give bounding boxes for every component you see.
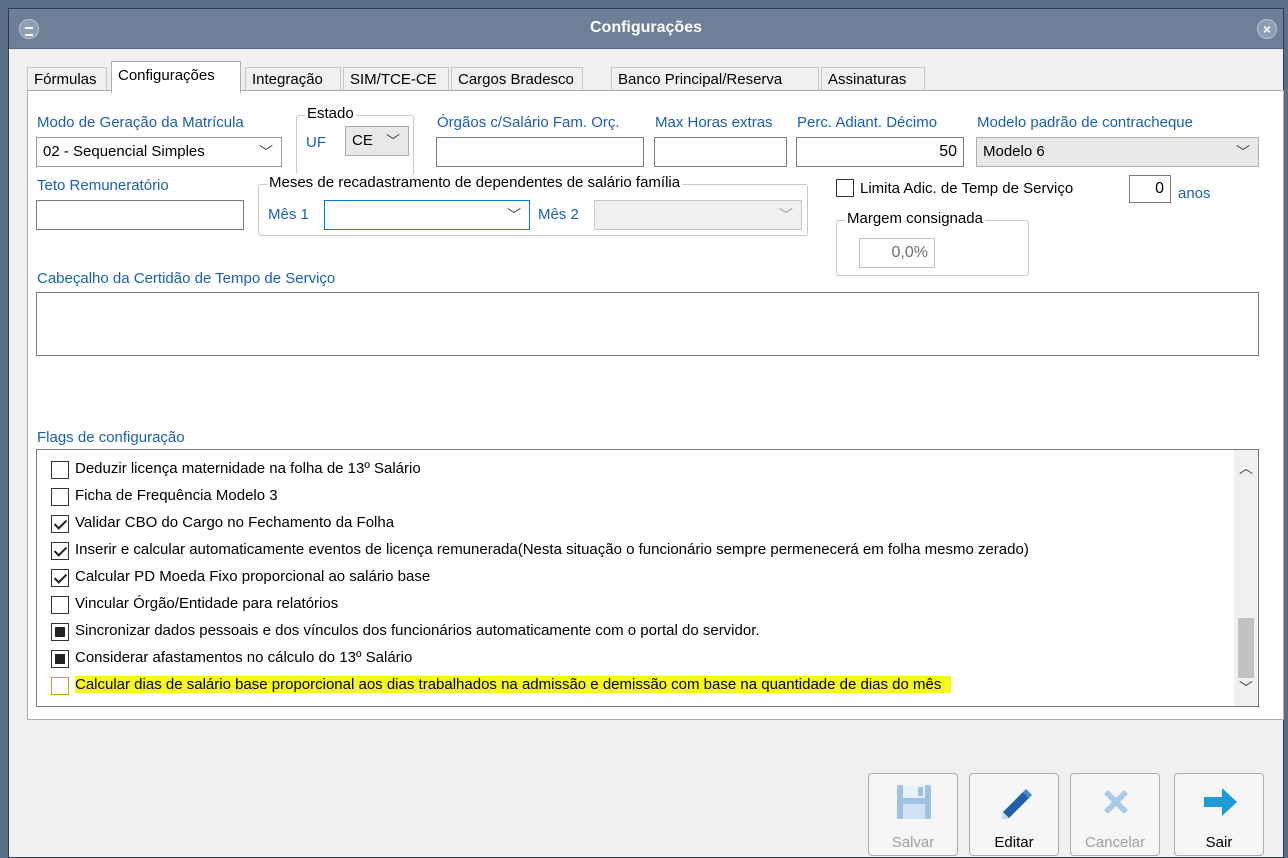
sair-label: Sair (1205, 834, 1233, 851)
flags-list: Deduzir licença maternidade na folha de … (36, 449, 1259, 707)
flag-checkbox[interactable] (51, 488, 69, 506)
flag-checkbox[interactable] (51, 569, 69, 587)
teto-input[interactable] (36, 200, 244, 230)
mes2-select[interactable]: ﹀ (594, 200, 802, 230)
perc-adiant-input[interactable]: 50 (796, 137, 964, 167)
margem-consignada-input[interactable]: 0,0% (859, 238, 935, 268)
save-disk-icon (897, 785, 931, 819)
max-horas-label: Max Horas extras (655, 114, 773, 131)
mes1-select[interactable]: ﹀ (324, 200, 530, 230)
flag-label: Considerar afastamentos no cálculo do 13… (75, 649, 413, 666)
anos-label: anos (1178, 185, 1211, 202)
flag-checkbox[interactable] (51, 677, 69, 695)
flag-checkbox[interactable] (51, 650, 69, 668)
modelo-contracheque-value: Modelo 6 (983, 143, 1045, 160)
uf-select[interactable]: CE ﹀ (345, 126, 409, 156)
cancelar-label: Cancelar (1084, 834, 1146, 851)
editar-label: Editar (994, 834, 1034, 851)
mes2-label: Mês 2 (538, 206, 579, 223)
scroll-up-icon[interactable]: ︿ (1234, 458, 1258, 478)
modelo-contracheque-label: Modelo padrão de contracheque (977, 114, 1193, 131)
flag-label: Validar CBO do Cargo no Fechamento da Fo… (75, 514, 395, 531)
chevron-down-icon: ﹀ (386, 133, 400, 149)
flags-scrollbar[interactable]: ︿ ﹀ (1234, 450, 1258, 706)
meses-legend: Meses de recadastramento de dependentes … (267, 174, 683, 191)
flag-label: Calcular PD Moeda Fixo proporcional ao s… (75, 568, 431, 585)
cabecalho-certidao-label: Cabeçalho da Certidão de Tempo de Serviç… (37, 270, 336, 287)
editar-button[interactable]: Editar (969, 773, 1059, 856)
estado-legend: Estado (305, 105, 356, 122)
flag-label: Sincronizar dados pessoais e dos vínculo… (75, 622, 760, 639)
orgaos-label: Órgãos c/Salário Fam. Orç. (437, 114, 620, 131)
uf-label: UF (306, 134, 326, 151)
scrollbar-thumb[interactable] (1238, 618, 1254, 678)
flag-label: Deduzir licença maternidade na folha de … (75, 460, 421, 477)
salvar-button[interactable]: Salvar (868, 773, 958, 856)
margem-consignada-legend: Margem consignada (845, 210, 985, 227)
scroll-down-icon[interactable]: ﹀ (1234, 678, 1258, 698)
perc-adiant-label: Perc. Adiant. Décimo (797, 114, 938, 131)
configuracoes-window: Configurações × Fórmulas Configurações I… (8, 8, 1284, 858)
modelo-contracheque-select[interactable]: Modelo 6 ﹀ (976, 137, 1259, 167)
chevron-down-icon: ﹀ (507, 207, 521, 223)
limita-adic-checkbox[interactable] (836, 179, 854, 197)
flag-checkbox[interactable] (51, 461, 69, 479)
flag-checkbox[interactable] (51, 596, 69, 614)
tab-configuracoes[interactable]: Configurações (111, 61, 241, 93)
window-title: Configurações (589, 19, 702, 36)
flags-label: Flags de configuração (37, 429, 185, 446)
teto-label: Teto Remuneratório (37, 177, 169, 194)
orgaos-input[interactable] (436, 137, 644, 167)
flag-label: Inserir e calcular automaticamente event… (75, 541, 1029, 558)
cancelar-button[interactable]: Cancelar (1070, 773, 1160, 856)
flag-label: Ficha de Frequência Modelo 3 (75, 487, 278, 504)
modo-geracao-value: 02 - Sequencial Simples (43, 143, 205, 160)
close-icon[interactable]: × (1257, 19, 1277, 39)
flag-label: Calcular dias de salário base proporcion… (75, 676, 952, 693)
flag-checkbox[interactable] (51, 542, 69, 560)
chevron-down-icon: ﹀ (1236, 144, 1250, 160)
flag-label: Vincular Órgão/Entidade para relatórios (75, 595, 339, 612)
pencil-icon (1002, 789, 1032, 819)
max-horas-input[interactable] (654, 137, 787, 167)
limita-adic-label: Limita Adic. de Temp de Serviço (860, 180, 1074, 197)
flag-checkbox[interactable] (51, 623, 69, 641)
title-bar: Configurações × (9, 9, 1283, 49)
sair-button[interactable]: Sair (1174, 773, 1264, 856)
salvar-label: Salvar (891, 834, 935, 851)
cancel-x-icon (1104, 790, 1128, 814)
anos-input[interactable]: 0 (1129, 175, 1171, 203)
mes1-label: Mês 1 (268, 206, 309, 223)
chevron-down-icon: ﹀ (259, 144, 273, 160)
cabecalho-certidao-textarea[interactable] (36, 292, 1259, 356)
modo-geracao-select[interactable]: 02 - Sequencial Simples ﹀ (36, 137, 282, 167)
exit-arrow-icon (1204, 788, 1237, 816)
modo-geracao-label: Modo de Geração da Matrícula (37, 114, 244, 131)
chevron-down-icon: ﹀ (779, 207, 793, 223)
uf-value: CE (352, 132, 373, 149)
flag-checkbox[interactable] (51, 515, 69, 533)
